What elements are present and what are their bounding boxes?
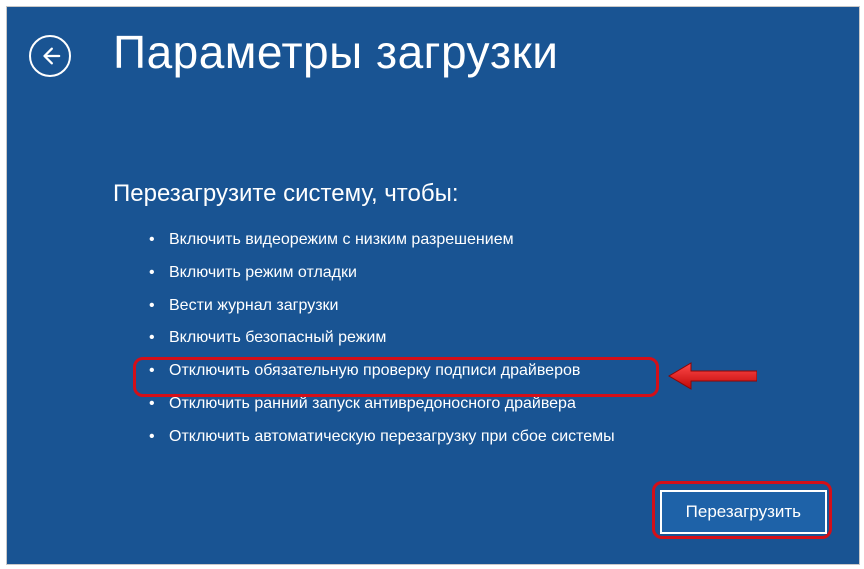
list-item: Отключить обязательную проверку подписи … [135, 355, 615, 388]
startup-options-list: Включить видеорежим с низким разрешением… [135, 224, 615, 454]
list-item: Вести журнал загрузки [135, 290, 615, 323]
list-item: Отключить ранний запуск антивредоносного… [135, 388, 615, 421]
list-item: Включить режим отладки [135, 257, 615, 290]
restart-button[interactable]: Перезагрузить [660, 490, 827, 534]
page-subtitle: Перезагрузите систему, чтобы: [113, 180, 459, 208]
list-item: Отключить автоматическую перезагрузку пр… [135, 421, 615, 454]
annotation-arrow-icon [667, 361, 757, 391]
list-item: Включить видеорежим с низким разрешением [135, 224, 615, 257]
startup-settings-screen: Параметры загрузки Перезагрузите систему… [6, 6, 860, 565]
back-arrow-icon [39, 45, 61, 67]
page-title: Параметры загрузки [113, 25, 558, 79]
list-item: Включить безопасный режим [135, 322, 615, 355]
back-button[interactable] [29, 35, 71, 77]
